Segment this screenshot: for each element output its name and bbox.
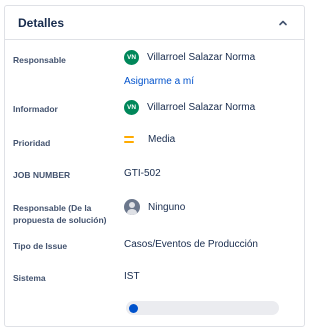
- field-tipo-issue: Tipo de Issue Casos/Eventos de Producció…: [13, 239, 301, 252]
- field-informador: Informador VN Villarroel Salazar Norma: [13, 100, 301, 115]
- field-label-job-number: JOB NUMBER: [13, 170, 71, 180]
- informador-name: Villarroel Salazar Norma: [147, 102, 256, 113]
- sistema-value[interactable]: IST: [124, 271, 140, 282]
- next-field-lozenge[interactable]: [126, 301, 279, 315]
- field-label-informador: Informador: [13, 104, 58, 114]
- responsable-propuesta-value[interactable]: Ninguno: [124, 199, 185, 215]
- field-responsable: Responsable VN Villarroel Salazar Norma …: [13, 50, 301, 89]
- responsable-propuesta-text: Ninguno: [148, 201, 186, 213]
- field-label-sistema: Sistema: [13, 273, 46, 283]
- responsable-name: Villarroel Salazar Norma: [147, 52, 256, 63]
- unassigned-user-icon: [124, 199, 140, 215]
- responsable-value[interactable]: VN Villarroel Salazar Norma: [124, 50, 255, 65]
- prioridad-value[interactable]: Media: [124, 134, 175, 145]
- job-number-value[interactable]: GTI-502: [124, 168, 161, 179]
- chevron-up-icon[interactable]: [274, 14, 292, 32]
- panel-title: Detalles: [18, 15, 65, 30]
- field-sistema: Sistema IST: [13, 271, 301, 284]
- field-responsable-propuesta: Responsable (De la propuesta de solución…: [13, 199, 301, 226]
- field-label-tipo-issue: Tipo de Issue: [13, 241, 68, 251]
- avatar: VN: [124, 50, 139, 65]
- assign-to-me-link[interactable]: Asignarme a mí: [124, 76, 194, 87]
- field-label-prioridad: Prioridad: [13, 138, 51, 148]
- field-label-responsable: Responsable: [13, 55, 66, 65]
- details-panel-header[interactable]: Detalles: [5, 6, 304, 40]
- medium-priority-icon: [124, 136, 140, 143]
- avatar: VN: [124, 100, 139, 115]
- field-job-number: JOB NUMBER GTI-502: [13, 168, 301, 181]
- field-label-responsable-propuesta: Responsable (De la propuesta de solución…: [13, 203, 107, 225]
- field-prioridad: Prioridad Media: [13, 134, 301, 149]
- tipo-issue-value[interactable]: Casos/Eventos de Producción: [124, 239, 258, 250]
- prioridad-text: Media: [148, 134, 176, 145]
- status-dot-icon: [129, 303, 138, 313]
- informador-value[interactable]: VN Villarroel Salazar Norma: [124, 100, 255, 115]
